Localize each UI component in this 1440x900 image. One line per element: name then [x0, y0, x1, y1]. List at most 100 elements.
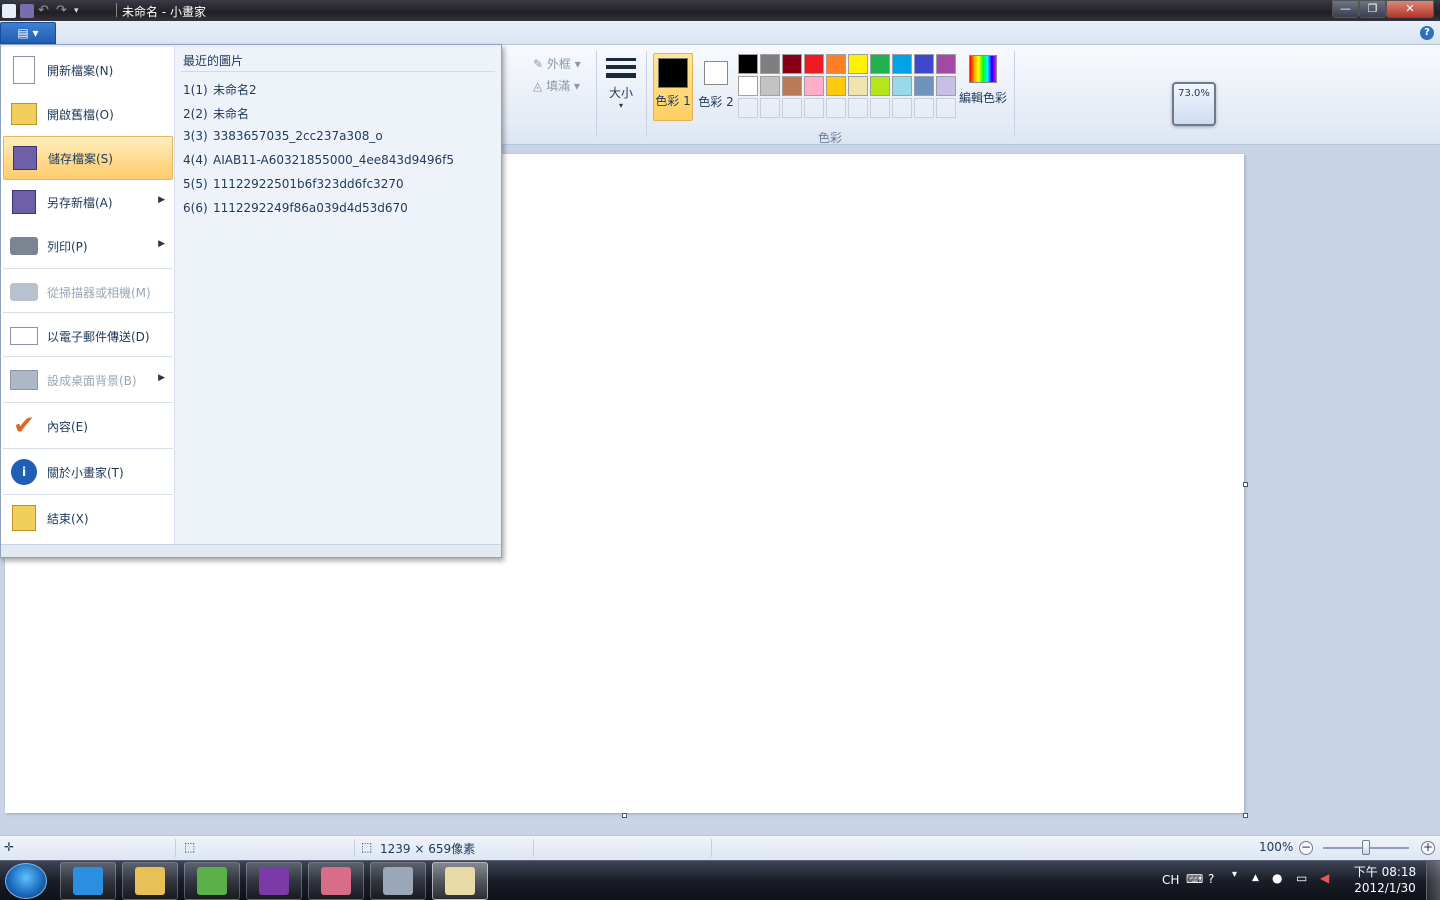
menu-item-exit[interactable]: 結束(X)	[3, 496, 173, 540]
taskbar-button[interactable]	[246, 862, 302, 900]
color1-swatch	[658, 58, 688, 88]
taskbar-button[interactable]	[122, 862, 178, 900]
show-hidden-icons-icon[interactable]: ▲	[1252, 873, 1259, 883]
palette-custom-slot[interactable]	[738, 98, 758, 118]
palette-swatch[interactable]	[914, 54, 934, 74]
paint-app-icon[interactable]	[2, 3, 16, 18]
palette-swatch[interactable]	[870, 54, 890, 74]
palette-custom-slot[interactable]	[804, 98, 824, 118]
palette-swatch[interactable]	[738, 54, 758, 74]
recent-picture-item[interactable]: 1(1) 未命名2	[183, 81, 257, 98]
ime-options-icon[interactable]: ▾	[1232, 869, 1237, 880]
palette-custom-slot[interactable]	[760, 98, 780, 118]
resize-handle-right[interactable]	[1243, 482, 1248, 487]
color-palette	[737, 53, 957, 119]
palette-swatch[interactable]	[936, 76, 956, 96]
menu-item-label: 內容(E)	[47, 419, 88, 434]
resize-handle-bottom[interactable]	[622, 813, 627, 818]
menu-item-checkmark[interactable]: ✔ 內容(E)	[3, 404, 173, 448]
recent-item-name: 未命名2	[213, 83, 257, 97]
recent-picture-item[interactable]: 6(6) 1112292249f86a039d4d53d670	[183, 201, 408, 215]
clock[interactable]: 下午 08:18 2012/1/30	[1352, 864, 1418, 896]
recent-picture-item[interactable]: 2(2) 未命名	[183, 105, 249, 122]
canvas-size-icon: ⬚	[361, 840, 373, 854]
palette-swatch[interactable]	[848, 76, 868, 96]
color2-swatch	[704, 61, 728, 85]
menu-separator	[3, 356, 173, 357]
palette-swatch[interactable]	[892, 76, 912, 96]
size-button[interactable]: 大小 ▾	[603, 54, 639, 110]
menu-item-printer[interactable]: 列印(P) ▶	[3, 224, 173, 268]
taskbar-button[interactable]	[370, 862, 426, 900]
zoom-slider-thumb[interactable]	[1362, 840, 1370, 855]
show-desktop-button[interactable]	[1426, 861, 1440, 900]
redo-icon[interactable]: ↷	[56, 3, 70, 18]
palette-swatch[interactable]	[782, 76, 802, 96]
fill-dropdown[interactable]: ◬ 填滿 ▾	[533, 77, 580, 94]
undo-icon[interactable]: ↶	[38, 3, 52, 18]
outline-dropdown[interactable]: ✎ 外框 ▾	[533, 55, 581, 72]
zoom-in-button[interactable]: +	[1421, 841, 1435, 855]
start-button[interactable]	[5, 863, 47, 899]
palette-swatch[interactable]	[870, 76, 890, 96]
menu-item-open-folder[interactable]: 開啟舊檔(O)	[3, 92, 173, 136]
taskbar-button[interactable]	[60, 862, 116, 900]
menu-item-save-as[interactable]: 另存新檔(A) ▶	[3, 180, 173, 224]
palette-custom-slot[interactable]	[936, 98, 956, 118]
taskbar-button[interactable]	[308, 862, 364, 900]
recent-picture-item[interactable]: 3(3) 3383657035_2cc237a308_o	[183, 129, 383, 143]
zoom-out-button[interactable]: −	[1299, 841, 1313, 855]
palette-swatch[interactable]	[914, 76, 934, 96]
palette-swatch[interactable]	[848, 54, 868, 74]
palette-swatch[interactable]	[738, 76, 758, 96]
recent-picture-item[interactable]: 5(5) 11122922501b6f323dd6fc3270	[183, 177, 404, 191]
palette-swatch[interactable]	[826, 54, 846, 74]
palette-custom-slot[interactable]	[826, 98, 846, 118]
close-button[interactable]: ✕	[1386, 0, 1434, 18]
desktop-background-icon	[9, 365, 39, 395]
taskbar-button[interactable]	[184, 862, 240, 900]
recent-item-number: 6(6)	[183, 201, 208, 215]
palette-swatch[interactable]	[760, 76, 780, 96]
help-icon[interactable]: ?	[1208, 872, 1214, 886]
palette-custom-slot[interactable]	[848, 98, 868, 118]
palette-swatch[interactable]	[826, 76, 846, 96]
scanner-icon	[9, 277, 39, 307]
edit-colors-button[interactable]: 編輯色彩	[958, 53, 1008, 106]
menu-item-save-disk[interactable]: 儲存檔案(S)	[3, 136, 173, 180]
keyboard-icon[interactable]: ⌨	[1186, 872, 1203, 886]
file-explorer-icon	[135, 867, 165, 895]
help-button[interactable]: ?	[1420, 26, 1434, 40]
network-icon[interactable]: ▭	[1296, 871, 1307, 885]
palette-swatch[interactable]	[760, 54, 780, 74]
customize-qat-icon[interactable]: ▾	[74, 4, 88, 18]
palette-swatch[interactable]	[892, 54, 912, 74]
color2-button[interactable]: 色彩 2	[696, 53, 736, 121]
minimize-button[interactable]: —	[1332, 0, 1359, 18]
menu-item-new-file[interactable]: 開新檔案(N)	[3, 48, 173, 92]
palette-custom-slot[interactable]	[892, 98, 912, 118]
yahoo-messenger-icon	[259, 867, 289, 895]
palette-swatch[interactable]	[804, 54, 824, 74]
zoom-popup: 73.0%	[1172, 82, 1216, 126]
app-menu-button[interactable]: ▤ ▾	[0, 22, 56, 44]
palette-custom-slot[interactable]	[870, 98, 890, 118]
cursor-position-icon: ✛	[4, 840, 15, 854]
color1-button[interactable]: 色彩 1	[653, 53, 693, 121]
palette-swatch[interactable]	[782, 54, 802, 74]
menu-separator	[3, 268, 173, 269]
language-indicator[interactable]: CH	[1162, 873, 1179, 887]
palette-custom-slot[interactable]	[914, 98, 934, 118]
menu-item-email[interactable]: 以電子郵件傳送(D)	[3, 314, 173, 358]
palette-swatch[interactable]	[936, 54, 956, 74]
save-icon[interactable]	[20, 3, 34, 18]
palette-swatch[interactable]	[804, 76, 824, 96]
tray-app-icon[interactable]: ●	[1272, 871, 1282, 885]
maximize-button[interactable]: ❐	[1359, 0, 1386, 18]
palette-custom-slot[interactable]	[782, 98, 802, 118]
recent-picture-item[interactable]: 4(4) AIAB11-A60321855000_4ee843d9496f5	[183, 153, 454, 167]
menu-item-info[interactable]: i 關於小畫家(T)	[3, 450, 173, 494]
taskbar-button[interactable]	[432, 862, 488, 900]
volume-muted-icon[interactable]: ◀	[1320, 871, 1329, 885]
resize-handle-corner[interactable]	[1243, 813, 1248, 818]
